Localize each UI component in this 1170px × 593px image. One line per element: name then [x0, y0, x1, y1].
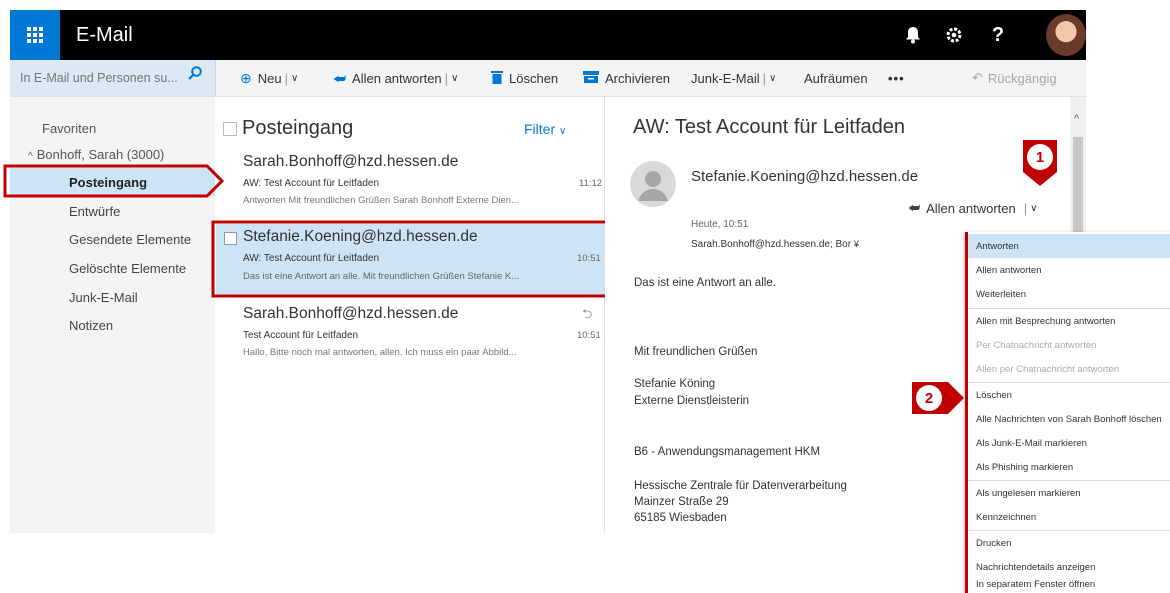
- menu-item-delete[interactable]: Löschen: [968, 383, 1170, 407]
- message-recipients[interactable]: Sarah.Bonhoff@hzd.hessen.de; Bor ¥: [691, 239, 859, 250]
- menu-item-mark-junk[interactable]: Als Junk-E-Mail markieren: [968, 431, 1170, 455]
- body-line: Hessische Zentrale für Datenverarbeitung: [634, 480, 847, 492]
- menu-item-reply-chat: Per Chatnachricht antworten: [976, 339, 1097, 351]
- bell-icon[interactable]: [895, 10, 931, 60]
- message-preview: Hallo, Bitte noch mal antworten, allen. …: [243, 347, 517, 358]
- junk-button[interactable]: Junk-E-Mail | ∨: [691, 60, 776, 96]
- message-date: Heute, 10:51: [691, 219, 749, 230]
- menu-item-reply-meeting[interactable]: Allen mit Besprechung antworten: [968, 309, 1170, 333]
- body-line: B6 - Anwendungsmanagement HKM: [634, 446, 821, 458]
- menu-item-forward[interactable]: Weiterleiten: [968, 282, 1170, 306]
- menu-item-mark-phishing[interactable]: Als Phishing markieren: [968, 455, 1170, 479]
- undo-button[interactable]: ↶ Rückgängig: [972, 60, 1057, 96]
- reply-all-split-button[interactable]: ⮨ Allen antworten | ∨: [908, 200, 1037, 216]
- menu-item-message-details[interactable]: Nachrichtendetails anzeigen: [968, 555, 1170, 579]
- chevron-down-icon[interactable]: ∨: [769, 73, 776, 84]
- body-line: Mit freundlichen Grüßen: [634, 346, 758, 358]
- menu-item-print[interactable]: Drucken: [968, 531, 1170, 555]
- menu-item-flag[interactable]: Kennzeichnen: [968, 505, 1170, 529]
- body-line: Das ist eine Antwort an alle.: [634, 277, 776, 289]
- badge-label: 2: [916, 385, 942, 411]
- message-time: 10:51: [577, 330, 601, 341]
- sender-name[interactable]: Stefanie.Koening@hzd.hessen.de: [691, 168, 918, 185]
- body-line: Mainzer Straße 29: [634, 496, 729, 508]
- menu-item-reply-all-chat: Allen per Chatnachricht antworten: [976, 363, 1120, 375]
- body-line: Externe Dienstleisterin: [634, 395, 750, 407]
- menu-item-open-window[interactable]: In separatem Fenster öffnen: [968, 579, 1170, 593]
- message-subject-heading: AW: Test Account für Leitfaden: [633, 116, 906, 138]
- body-line: Stefanie Köning: [634, 378, 716, 390]
- sender-avatar-icon: [630, 161, 676, 207]
- menu-item-delete-all-from-sender[interactable]: Alle Nachrichten von Sarah Bonhoff lösch…: [968, 407, 1170, 431]
- chevron-down-icon[interactable]: ∨: [1030, 203, 1037, 214]
- menu-item-reply-all[interactable]: Allen antworten: [968, 258, 1170, 282]
- more-button[interactable]: •••: [888, 60, 905, 96]
- callout-arrow-message: [211, 220, 633, 298]
- body-line: 65185 Wiesbaden: [634, 512, 727, 524]
- list-item[interactable]: Sarah.Bonhoff@hzd.hessen.de ⮌ Test Accou…: [216, 302, 604, 368]
- menu-item-mark-unread[interactable]: Als ungelesen markieren: [968, 481, 1170, 505]
- expand-recipients-icon[interactable]: ¥: [854, 239, 859, 249]
- user-avatar[interactable]: [1046, 14, 1086, 56]
- sidebar-item-notes[interactable]: Notizen: [69, 318, 209, 333]
- callout-arrows: [3, 164, 633, 298]
- callout-arrow-inbox: [3, 164, 225, 198]
- message-subject: Test Account für Leitfaden: [243, 330, 359, 341]
- scroll-up-icon[interactable]: ^: [1074, 113, 1079, 125]
- badge-label: 1: [1027, 144, 1053, 170]
- gear-icon[interactable]: [936, 10, 972, 60]
- reply-all-icon: ⮨: [908, 200, 921, 215]
- sweep-button[interactable]: Aufräumen: [804, 60, 868, 96]
- undo-icon: ↶: [972, 70, 983, 85]
- reply-options-menu: Antworten Allen antworten Weiterleiten A…: [965, 232, 1170, 593]
- help-icon[interactable]: ?: [980, 10, 1016, 60]
- menu-item-reply[interactable]: Antworten: [968, 234, 1170, 258]
